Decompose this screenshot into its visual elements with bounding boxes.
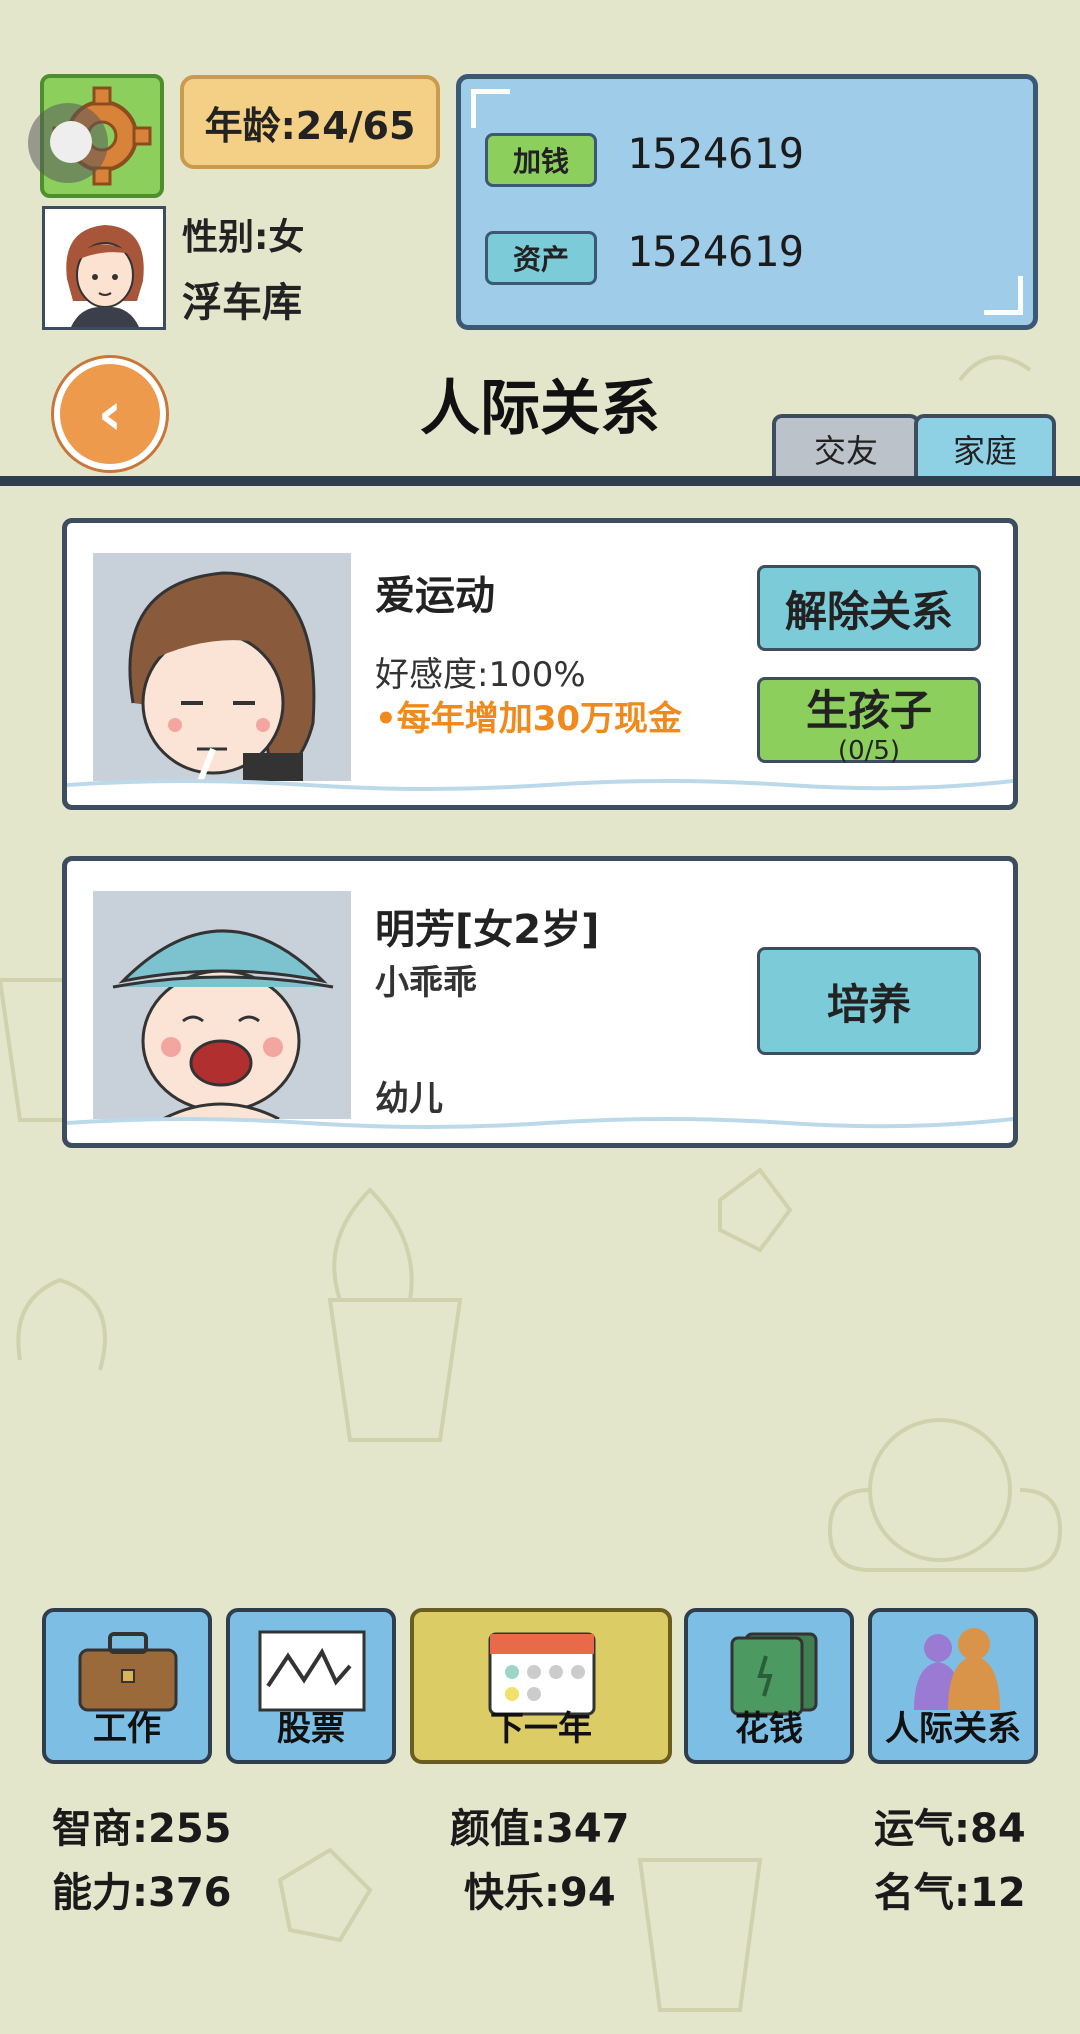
child-face-icon bbox=[112, 929, 334, 1121]
break-relationship-button[interactable]: 解除关系 bbox=[757, 565, 981, 651]
spouse-face-icon bbox=[128, 571, 316, 791]
tab-family[interactable]: 家庭 bbox=[914, 414, 1056, 480]
stat-iq: 智商:255 bbox=[52, 1806, 232, 1852]
assets-value: 1524619 bbox=[627, 227, 805, 276]
nav-next-year-label: 下一年 bbox=[490, 1709, 592, 1749]
child-count: (0/5) bbox=[837, 735, 901, 766]
stat-happiness: 快乐:94 bbox=[464, 1870, 616, 1916]
nav-stocks-label: 股票 bbox=[277, 1709, 345, 1749]
stat-luck: 运气:84 bbox=[874, 1806, 1026, 1852]
spouse-name: 爱运动 bbox=[375, 573, 495, 619]
card-wave-decoration bbox=[67, 1117, 1013, 1129]
player-portrait-icon bbox=[66, 225, 144, 327]
player-avatar bbox=[42, 206, 166, 330]
add-money-button[interactable]: 加钱 bbox=[485, 133, 597, 187]
gender-label: 性别:女 bbox=[182, 217, 305, 258]
child-portrait bbox=[93, 891, 351, 1121]
add-money-value: 1524619 bbox=[627, 129, 805, 178]
nav-next-year-button[interactable]: 下一年 bbox=[410, 1608, 672, 1764]
panel-corner-decoration bbox=[471, 89, 510, 128]
header-divider bbox=[0, 476, 1080, 486]
nav-stocks-button[interactable]: 股票 bbox=[226, 1608, 396, 1764]
stat-ability: 能力:376 bbox=[52, 1870, 232, 1916]
money-panel: 加钱 1524619 资产 1524619 bbox=[456, 74, 1038, 330]
have-child-button[interactable]: 生孩子 (0/5) bbox=[757, 677, 981, 766]
spouse-portrait bbox=[93, 553, 351, 791]
relationship-card-child: 明芳[女2岁] 小乖乖 幼儿 培养 bbox=[62, 856, 1018, 1148]
spouse-bonus: •每年增加30万现金 bbox=[375, 699, 683, 739]
age-label: 年龄:24/65 bbox=[180, 75, 440, 169]
tab-friends[interactable]: 交友 bbox=[772, 414, 920, 480]
stat-fame: 名气:12 bbox=[874, 1870, 1026, 1916]
child-name: 明芳[女2岁] bbox=[375, 907, 600, 953]
stat-looks: 颜值:347 bbox=[450, 1806, 630, 1852]
nav-relationships-button[interactable]: 人际关系 bbox=[868, 1608, 1038, 1764]
spouse-affection: 好感度:100% bbox=[375, 655, 586, 695]
child-nickname: 小乖乖 bbox=[375, 963, 477, 1003]
nav-spend-button[interactable]: 花钱 bbox=[684, 1608, 854, 1764]
nav-spend-label: 花钱 bbox=[735, 1709, 803, 1749]
nav-relationships-label: 人际关系 bbox=[885, 1709, 1021, 1749]
nurture-label: 培养 bbox=[826, 979, 911, 1029]
floating-toggle-button[interactable] bbox=[28, 103, 108, 183]
nav-work-label: 工作 bbox=[93, 1709, 161, 1749]
have-child-label: 生孩子 bbox=[805, 685, 932, 735]
card-wave-decoration bbox=[67, 779, 1013, 791]
player-name: 浮车库 bbox=[182, 280, 302, 326]
nurture-button[interactable]: 培养 bbox=[757, 947, 981, 1055]
relationship-card-spouse: 爱运动 好感度:100% •每年增加30万现金 解除关系 生孩子 (0/5) bbox=[62, 518, 1018, 810]
nav-work-button[interactable]: 工作 bbox=[42, 1608, 212, 1764]
break-relationship-label: 解除关系 bbox=[784, 586, 953, 636]
assets-label: 资产 bbox=[485, 231, 597, 285]
panel-corner-decoration bbox=[984, 276, 1023, 315]
